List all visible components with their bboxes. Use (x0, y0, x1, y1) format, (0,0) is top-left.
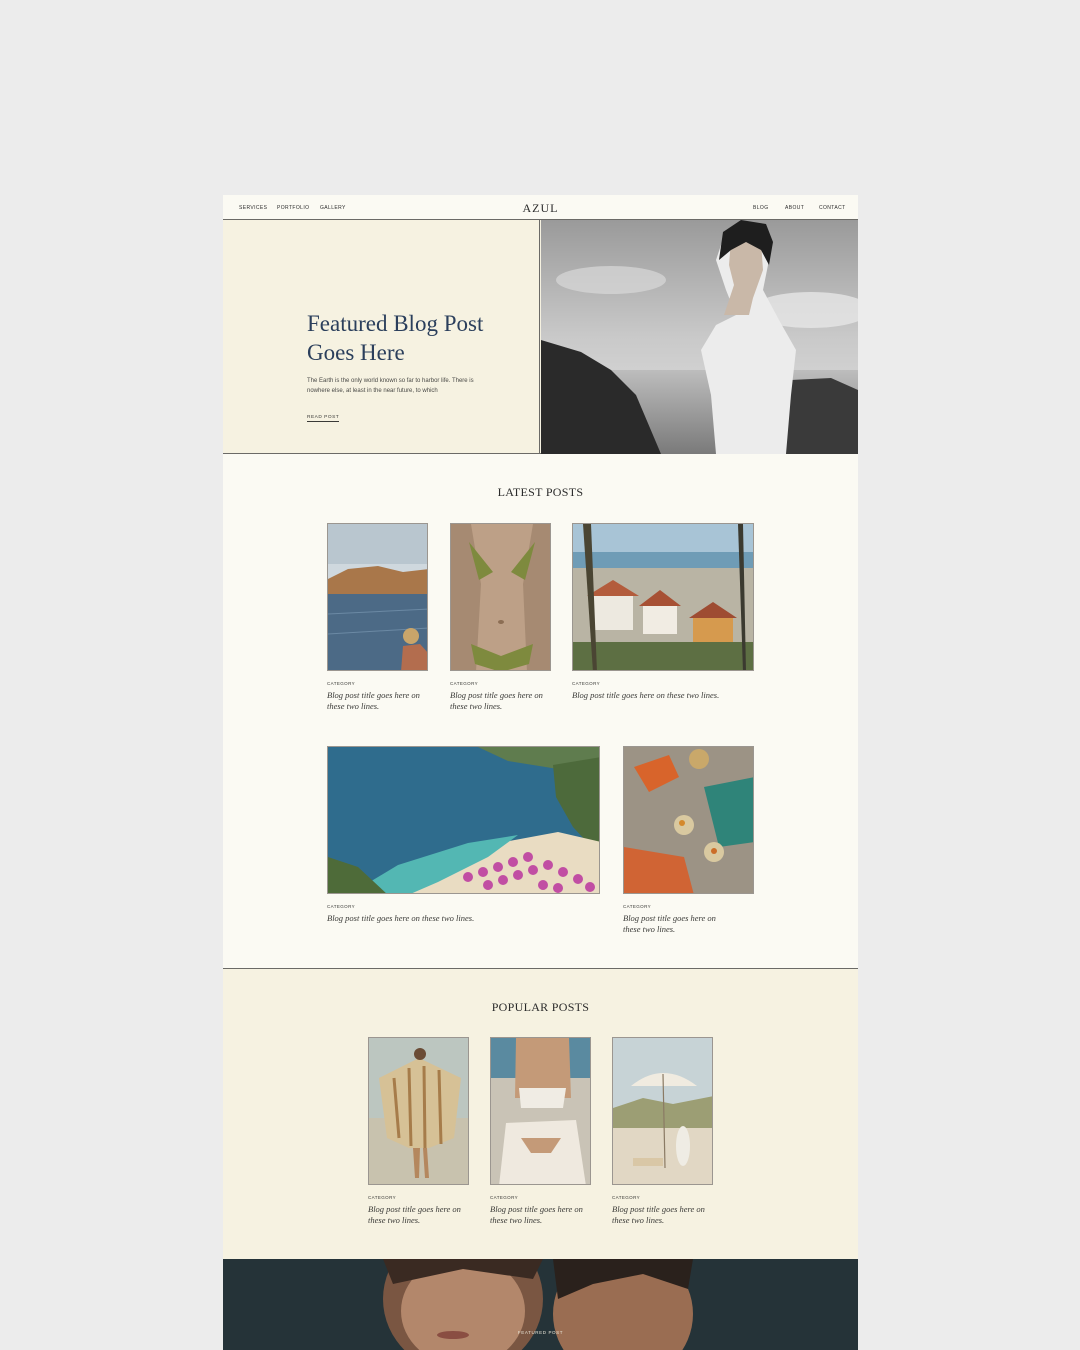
post-title[interactable]: Blog post title goes here on these two l… (490, 1204, 590, 1226)
post-title[interactable]: Blog post title goes here on these two l… (612, 1204, 712, 1226)
nav-link-about[interactable]: ABOUT (785, 205, 804, 211)
post-title[interactable]: Blog post title goes here on these two l… (450, 690, 550, 712)
post-thumbnail[interactable] (572, 523, 754, 671)
latest-posts-section: LATEST POSTS CATEGORY Blog post title go… (223, 454, 858, 969)
hero-excerpt: The Earth is the only world known so far… (307, 378, 474, 394)
post-card[interactable]: CATEGORY Blog post title goes here on th… (612, 1037, 713, 1237)
featured-post-label: FEATURED POST (517, 1330, 564, 1335)
nav-link-blog[interactable]: BLOG (753, 205, 769, 211)
post-title[interactable]: Blog post title goes here on these two l… (327, 913, 597, 924)
latest-posts-heading: LATEST POSTS (497, 485, 584, 499)
nav-link-contact[interactable]: CONTACT (819, 205, 846, 211)
top-navigation: SERVICES PORTFOLIO GALLERY AZUL BLOG ABO… (223, 195, 858, 220)
post-title[interactable]: Blog post title goes here on these two l… (572, 690, 752, 701)
hero-text-panel: Featured Blog Post Goes Here The Earth i… (223, 220, 540, 454)
post-card[interactable]: CATEGORY Blog post title goes here on th… (490, 1037, 591, 1237)
hero-image[interactable] (541, 220, 858, 454)
post-card[interactable]: CATEGORY Blog post title goes here on th… (327, 523, 428, 723)
post-thumbnail[interactable] (327, 746, 600, 894)
post-title[interactable]: Blog post title goes here on these two l… (623, 913, 723, 935)
blog-page: SERVICES PORTFOLIO GALLERY AZUL BLOG ABO… (223, 195, 858, 1350)
popular-posts-heading: POPULAR POSTS (491, 1000, 590, 1014)
read-post-link[interactable]: READ POST (307, 415, 340, 422)
post-thumbnail[interactable] (327, 523, 428, 671)
post-thumbnail[interactable] (368, 1037, 469, 1185)
hero-title[interactable]: Featured Blog Post Goes Here (307, 309, 517, 367)
post-title[interactable]: Blog post title goes here on these two l… (368, 1204, 468, 1226)
post-thumbnail[interactable] (623, 746, 754, 894)
post-thumbnail[interactable] (612, 1037, 713, 1185)
post-category[interactable]: CATEGORY (327, 681, 355, 686)
hero-section: Featured Blog Post Goes Here The Earth i… (223, 220, 858, 454)
post-category[interactable]: CATEGORY (490, 1195, 518, 1200)
post-card[interactable]: CATEGORY Blog post title goes here on th… (327, 746, 600, 946)
post-card[interactable]: CATEGORY Blog post title goes here on th… (572, 523, 754, 723)
featured-post-banner[interactable]: FEATURED POST (223, 1259, 858, 1350)
post-card[interactable]: CATEGORY Blog post title goes here on th… (450, 523, 551, 723)
post-card[interactable]: CATEGORY Blog post title goes here on th… (368, 1037, 469, 1237)
popular-posts-section: POPULAR POSTS CATEGORY Blog post title g… (223, 969, 858, 1259)
post-thumbnail[interactable] (490, 1037, 591, 1185)
post-thumbnail[interactable] (450, 523, 551, 671)
post-category[interactable]: CATEGORY (450, 681, 478, 686)
post-category[interactable]: CATEGORY (612, 1195, 640, 1200)
post-title[interactable]: Blog post title goes here on these two l… (327, 690, 427, 712)
post-category[interactable]: CATEGORY (572, 681, 600, 686)
post-card[interactable]: CATEGORY Blog post title goes here on th… (623, 746, 754, 946)
post-category[interactable]: CATEGORY (368, 1195, 396, 1200)
post-category[interactable]: CATEGORY (623, 904, 651, 909)
post-category[interactable]: CATEGORY (327, 904, 355, 909)
